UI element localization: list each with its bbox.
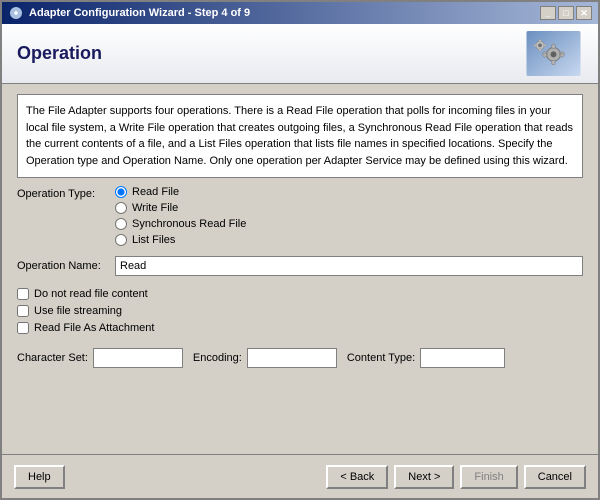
checkbox-use-streaming-label: Use file streaming: [34, 305, 122, 317]
radio-read-file-label: Read File: [132, 186, 179, 198]
minimize-button[interactable]: _: [540, 6, 556, 20]
operation-name-input[interactable]: [115, 256, 583, 276]
operation-name-row: Operation Name:: [17, 256, 583, 276]
operation-type-row: Operation Type: Read File Write File Syn…: [17, 186, 583, 246]
radio-write-file-label: Write File: [132, 202, 178, 214]
radio-write-file: Write File: [115, 202, 246, 214]
checkbox-use-streaming: Use file streaming: [17, 305, 583, 317]
footer-left: Help: [14, 465, 65, 489]
description-box: The File Adapter supports four operation…: [17, 94, 583, 178]
checkbox-read-as-attachment-input[interactable]: [17, 322, 29, 334]
footer-right: < Back Next > Finish Cancel: [326, 465, 586, 489]
character-set-field: Character Set:: [17, 348, 183, 368]
character-set-input[interactable]: [93, 348, 183, 368]
operation-name-label: Operation Name:: [17, 260, 107, 272]
window-title: Adapter Configuration Wizard - Step 4 of…: [29, 7, 250, 19]
header-title: Operation: [17, 43, 102, 64]
back-button[interactable]: < Back: [326, 465, 388, 489]
cancel-button[interactable]: Cancel: [524, 465, 586, 489]
inline-fields-row: Character Set: Encoding: Content Type:: [17, 348, 583, 368]
checkbox-do-not-read-label: Do not read file content: [34, 288, 148, 300]
header-band: Operation: [2, 24, 598, 84]
encoding-field: Encoding:: [193, 348, 337, 368]
radio-list-files-input[interactable]: [115, 234, 127, 246]
footer: Help < Back Next > Finish Cancel: [2, 454, 598, 498]
encoding-input[interactable]: [247, 348, 337, 368]
finish-button[interactable]: Finish: [460, 465, 517, 489]
radio-sync-read-file-input[interactable]: [115, 218, 127, 230]
checkbox-read-as-attachment: Read File As Attachment: [17, 322, 583, 334]
radio-list-files: List Files: [115, 234, 246, 246]
encoding-label: Encoding:: [193, 352, 242, 364]
radio-sync-read-file: Synchronous Read File: [115, 218, 246, 230]
checkbox-use-streaming-input[interactable]: [17, 305, 29, 317]
character-set-label: Character Set:: [17, 352, 88, 364]
radio-sync-read-file-label: Synchronous Read File: [132, 218, 246, 230]
main-content: The File Adapter supports four operation…: [2, 84, 598, 454]
operation-type-label: Operation Type:: [17, 186, 107, 200]
content-type-field: Content Type:: [347, 348, 505, 368]
next-button[interactable]: Next >: [394, 465, 454, 489]
wizard-window: Adapter Configuration Wizard - Step 4 of…: [0, 0, 600, 500]
radio-read-file: Read File: [115, 186, 246, 198]
radio-write-file-input[interactable]: [115, 202, 127, 214]
title-bar-buttons: _ □ ✕: [540, 6, 592, 20]
maximize-button[interactable]: □: [558, 6, 574, 20]
description-text: The File Adapter supports four operation…: [26, 105, 573, 167]
title-bar-left: Adapter Configuration Wizard - Step 4 of…: [8, 5, 250, 21]
close-button[interactable]: ✕: [576, 6, 592, 20]
content-type-label: Content Type:: [347, 352, 415, 364]
window-icon: [8, 5, 24, 21]
checkbox-do-not-read-input[interactable]: [17, 288, 29, 300]
checkbox-do-not-read: Do not read file content: [17, 288, 583, 300]
form-section: Operation Type: Read File Write File Syn…: [17, 186, 583, 276]
radio-read-file-input[interactable]: [115, 186, 127, 198]
radio-list-files-label: List Files: [132, 234, 175, 246]
header-icon-area: [523, 29, 583, 79]
checkbox-read-as-attachment-label: Read File As Attachment: [34, 322, 154, 334]
radio-group: Read File Write File Synchronous Read Fi…: [115, 186, 246, 246]
title-bar: Adapter Configuration Wizard - Step 4 of…: [2, 2, 598, 24]
checkboxes-section: Do not read file content Use file stream…: [17, 288, 583, 334]
help-button[interactable]: Help: [14, 465, 65, 489]
gear-icon: [526, 31, 581, 76]
content-type-input[interactable]: [420, 348, 505, 368]
